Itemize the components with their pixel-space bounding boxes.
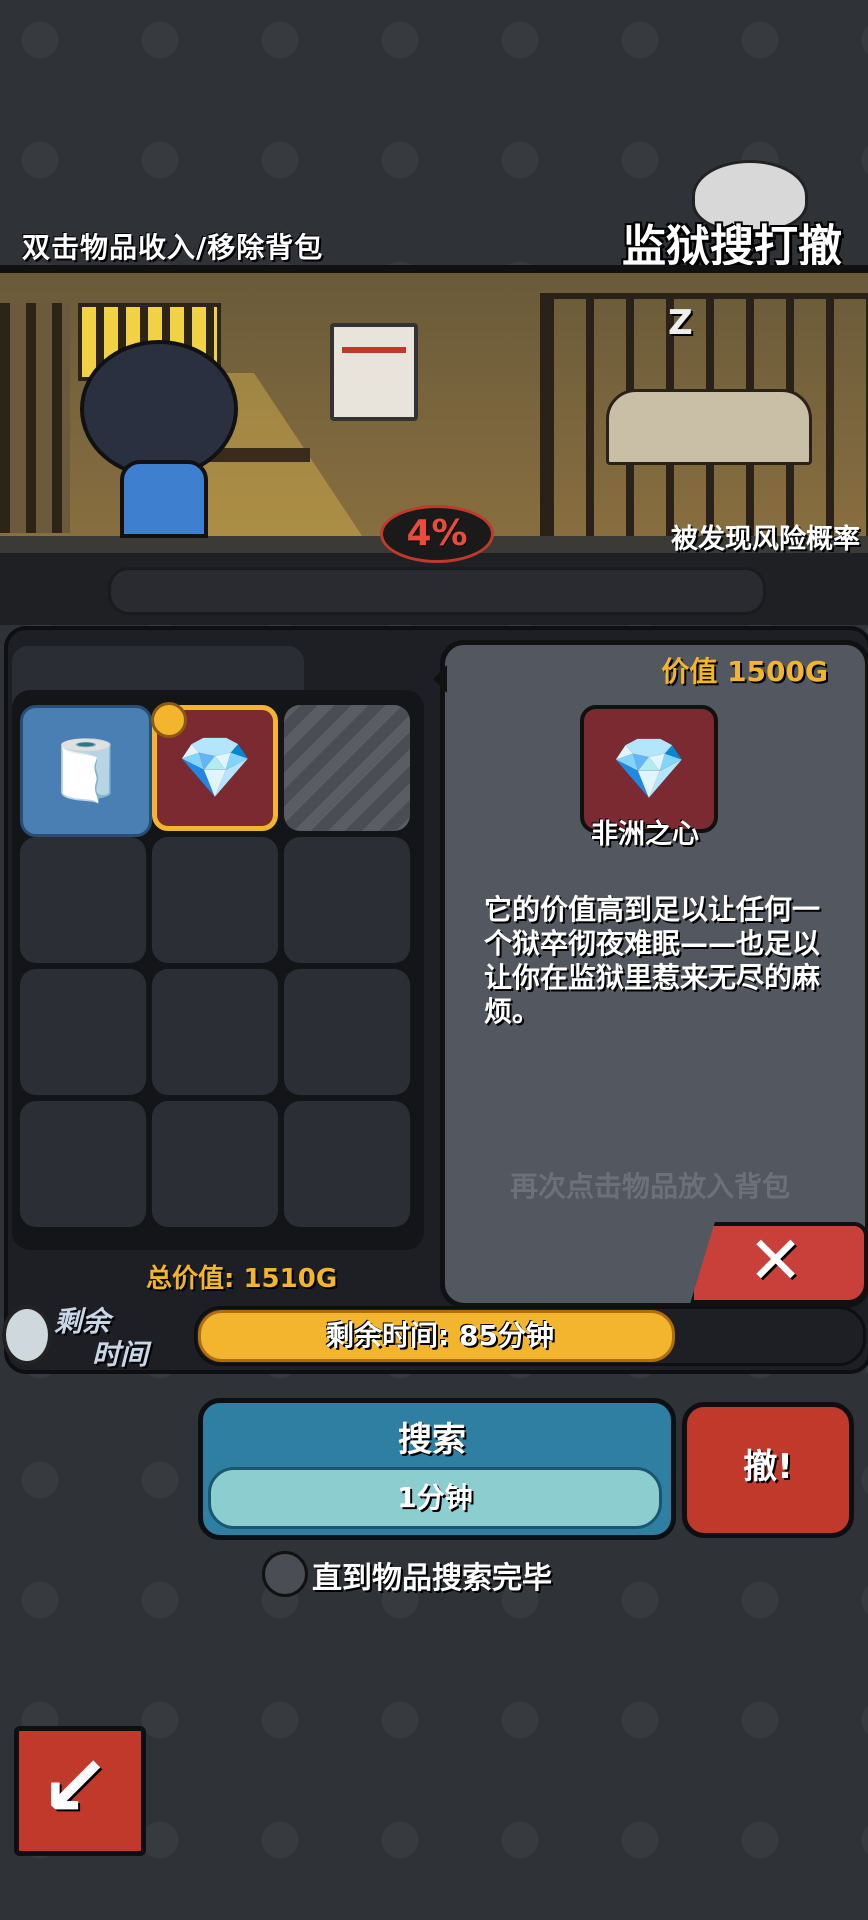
character-hair (80, 340, 238, 478)
risk-progress-strip (108, 567, 766, 615)
item-name: 非洲之心 (591, 819, 699, 850)
risk-label: 被发现风险概率 (671, 524, 860, 555)
close-icon[interactable]: ✕ (748, 1222, 803, 1299)
search-duration[interactable]: 1分钟 (208, 1467, 662, 1529)
inventory-cell[interactable] (20, 837, 146, 963)
wall-calendar (330, 323, 418, 421)
inventory-grid: 🧻 💎 (12, 690, 424, 1250)
tap-hint: 再次点击物品放入背包 (509, 1170, 790, 1203)
inventory-cell-locked (284, 705, 410, 831)
instruction-hint: 双击物品收入/移除背包 (22, 231, 324, 264)
risk-indicator: 4% (380, 505, 494, 563)
back-arrow-icon[interactable]: ↙ (14, 1726, 136, 1846)
inventory-cell[interactable] (284, 837, 410, 963)
bunk-bed (540, 293, 868, 545)
inventory-cell[interactable] (152, 969, 278, 1095)
stopwatch-icon (2, 1305, 52, 1365)
inventory-cell[interactable]: 🧻 (20, 705, 152, 837)
total-value: 总价值: 1510G (146, 1264, 338, 1294)
cell-bars-left (0, 303, 70, 533)
sleeping-guard (606, 389, 812, 465)
toilet-paper-icon: 🧻 (48, 736, 124, 806)
sleep-icon: Z (668, 303, 693, 343)
item-value: 价值 1500G (661, 655, 828, 688)
inventory-cell[interactable] (152, 837, 278, 963)
player-character (80, 340, 240, 538)
timer-text: 剩余时间: 85分钟 (326, 1319, 554, 1352)
inventory-cell[interactable] (284, 1101, 410, 1227)
gem-icon: 💎 (177, 733, 253, 803)
inventory-cell[interactable] (284, 969, 410, 1095)
search-until-done-label[interactable]: 直到物品搜索完毕 (312, 1553, 552, 1597)
inventory-cell[interactable] (20, 969, 146, 1095)
gem-icon: 💎 (611, 734, 687, 804)
search-button-label[interactable]: 搜索 (198, 1412, 666, 1461)
inventory-cell[interactable] (152, 1101, 278, 1227)
search-until-done-toggle[interactable] (262, 1551, 308, 1597)
character-body (120, 460, 208, 538)
item-description: 它的价值高到足以让任何一个狱卒彻夜难眠——也足以让你在监狱里惹来无尽的麻烦。 (484, 893, 821, 1028)
inventory-cell[interactable] (20, 1101, 146, 1227)
remaining-label-2: 时间 (92, 1338, 149, 1371)
inventory-cell-selected[interactable]: 💎 (151, 702, 278, 831)
flee-button[interactable]: 撤! (682, 1402, 854, 1538)
